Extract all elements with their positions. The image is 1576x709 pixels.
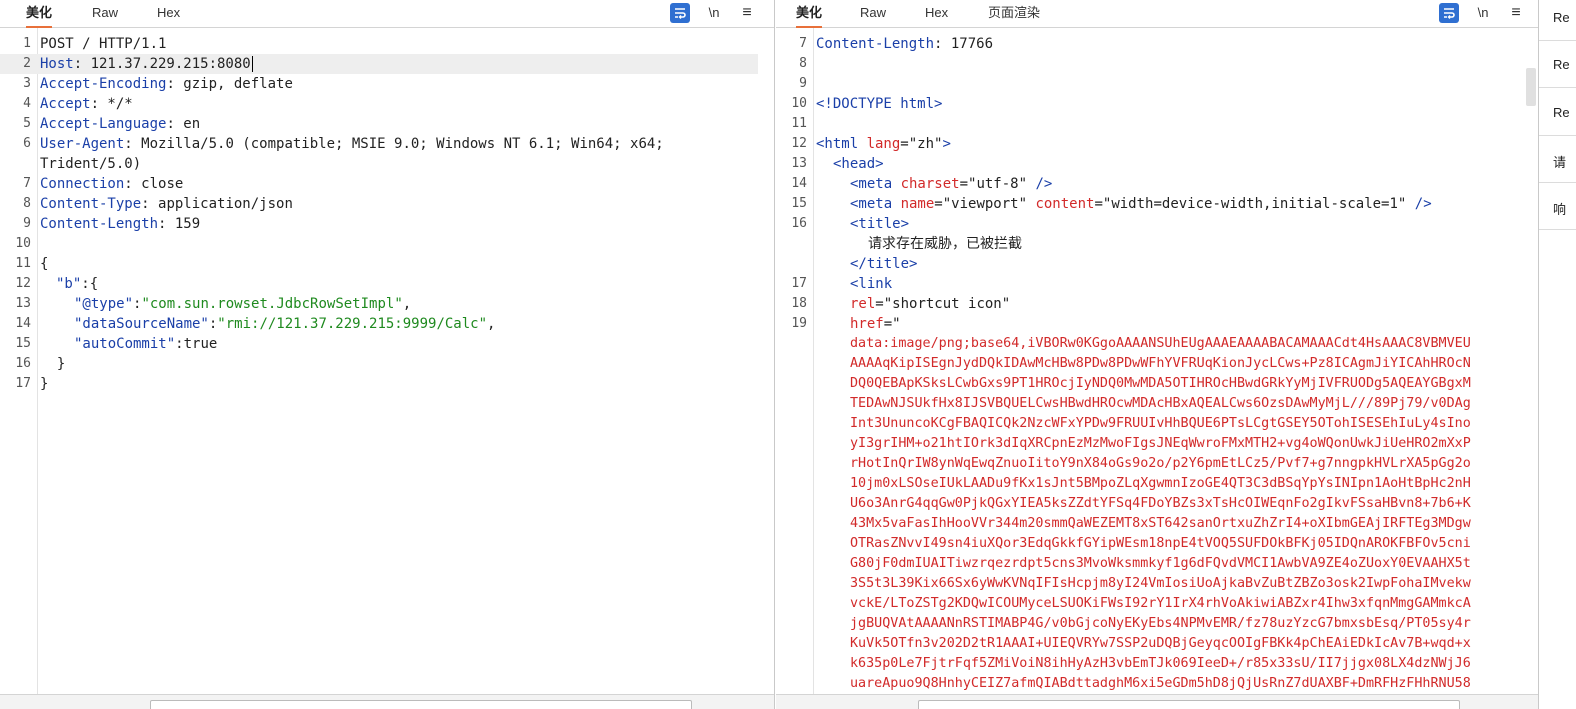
request-editor[interactable]: 1 POST / HTTP/1.1 2 Host: 121.37.229.215:8… — [0, 28, 774, 695]
request-tabbar: 美化 Raw Hex \n ≡ — [0, 0, 774, 28]
code-line: 18 rel="shortcut icon" — [791, 296, 1011, 312]
base64-line: vckE/LToZSTg2KDQwICOUMyceLSUOKiFWsI92rY1… — [850, 596, 1471, 611]
base64-data-block: data:image/png;base64,iVBORw0KGgoAAAANSU… — [776, 334, 1538, 694]
code-line-current: 2 Host: 121.37.229.215:8080 — [0, 54, 758, 74]
response-tab-pretty[interactable]: 美化 — [796, 0, 823, 28]
menu-icon[interactable]: ≡ — [1506, 3, 1526, 23]
code-line: 11{ — [15, 256, 49, 272]
request-tab-hex[interactable]: Hex — [157, 0, 180, 26]
newline-toggle-icon[interactable]: \n — [1473, 3, 1493, 23]
wrap-lines-icon[interactable] — [1439, 3, 1459, 23]
code-line: 14 <meta charset="utf-8" /> — [791, 176, 1053, 192]
side-item[interactable]: 请 — [1553, 152, 1576, 171]
code-line: 4 Accept: */* — [23, 96, 133, 112]
base64-line: rHotInQrIW8ynWqEwqZnuoIitoY9nX84oGs9o2o/… — [850, 456, 1471, 471]
base64-line: data:image/png;base64,iVBORw0KGgoAAAANSU… — [850, 336, 1471, 351]
code-line: 15 "autoCommit":true — [15, 336, 218, 352]
divider — [1539, 182, 1576, 183]
code-line: 7 Connection: close — [23, 176, 184, 192]
code-line: 3 Accept-Encoding: gzip, deflate — [23, 76, 293, 92]
wrap-lines-icon[interactable] — [670, 3, 690, 23]
base64-line: 3S5t3L39Kix66Sx6yWwKVNqIFIsHcpjm8yI24VmI… — [850, 576, 1471, 591]
response-bottombar — [776, 694, 1538, 709]
newline-toggle-icon[interactable]: \n — [704, 3, 724, 23]
code-line-wrapped: </title> — [850, 256, 918, 272]
base64-line: TEDAwNJSUkfHx8IJSVBQUELCwsHBwdHROcwMDAcH… — [850, 396, 1471, 411]
code-line: 7 Content-Length: 17766 — [799, 36, 994, 52]
response-tab-raw[interactable]: Raw — [860, 0, 886, 26]
code-line: 10 <!DOCTYPE html> — [791, 96, 943, 112]
code-line: 1 POST / HTTP/1.1 — [23, 36, 167, 52]
code-line: 12 "b":{ — [15, 276, 99, 292]
code-line: 8 Content-Type: application/json — [23, 196, 293, 212]
code-line-wrapped: 请求存在威胁，已被拦截 — [868, 236, 1022, 252]
code-line: 6 User-Agent: Mozilla/5.0 (compatible; MS… — [23, 136, 664, 152]
request-bottombar — [0, 694, 774, 709]
base64-line: OTRasZNvvI49sn4iuXQor3EdqGkkfGYipWEsm18n… — [850, 536, 1471, 551]
inspector-side-panel: Re Re Re 请 响 — [1539, 0, 1576, 709]
side-item[interactable]: Re — [1553, 57, 1576, 72]
code-line: 16 <title> — [791, 216, 910, 232]
response-search-field[interactable] — [918, 700, 1460, 709]
base64-line: G80jF0dmIUAITiwzrqezrdpt5cns3MvoWksmmkyf… — [850, 556, 1471, 571]
code-line: 16 } — [15, 356, 66, 372]
code-line: 13 <head> — [791, 156, 884, 172]
code-line: 17} — [15, 376, 49, 392]
divider — [1539, 229, 1576, 230]
code-line: 15 <meta name="viewport" content="width=d… — [791, 196, 1432, 212]
base64-line: DQ0QEBApKSksLCwbGxs9PT1HROcjIyNDQ0MwMDA5… — [850, 376, 1471, 391]
base64-line: 43Mx5vaFasIhHooVVr344m20smmQaWEZEMT8xST6… — [850, 516, 1471, 531]
side-item[interactable]: Re — [1553, 10, 1576, 25]
response-tabbar: 美化 Raw Hex 页面渲染 \n ≡ — [776, 0, 1538, 28]
divider — [1539, 87, 1576, 88]
response-tab-hex[interactable]: Hex — [925, 0, 948, 26]
base64-line: Int3UnuncoKCgFBAQICQk2NzcWFxYPDw9FRUUIvH… — [850, 416, 1471, 431]
base64-line: k635p0Le7FjtrFqf5ZMiVoiN8ihHyAzH3vbEmTJk… — [850, 656, 1471, 671]
response-pane: 美化 Raw Hex 页面渲染 \n ≡ 7 Content-Length: 17… — [776, 0, 1539, 709]
base64-line: jgBUQVAtAAAANnRSTIMABP4G/v0bGjcoNyEKyEbs… — [850, 616, 1471, 631]
base64-line: uareApuo9Q8HnhyCEIZ7afmQIABdttadghM6xi5e… — [850, 676, 1471, 691]
side-item[interactable]: 响 — [1553, 199, 1576, 218]
code-line: 17 <link — [791, 276, 893, 292]
code-line: 11 — [791, 116, 807, 131]
base64-line: U6o3AnrG4qqGw0PjkQGxYIEA5ksZZdtYFSq4FDoY… — [850, 496, 1471, 511]
base64-line: 10jm0xLSOseIUkLAADu9fKx1sJnt5BMpoZLqXgwm… — [850, 476, 1471, 491]
response-editor[interactable]: 7 Content-Length: 17766 8 9 10 <!DOCTYPE h… — [776, 28, 1538, 695]
code-line: 9 — [799, 76, 807, 91]
code-line: 19 href=" — [791, 316, 901, 332]
code-line: 14 "dataSourceName":"rmi://121.37.229.215… — [15, 316, 496, 332]
code-line-wrapped: Trident/5.0) — [40, 156, 142, 172]
code-line: 5 Accept-Language: en — [23, 116, 201, 132]
code-line: 9 Content-Length: 159 — [23, 216, 201, 232]
menu-icon[interactable]: ≡ — [737, 3, 757, 23]
divider — [1539, 135, 1576, 136]
code-line: 10 — [15, 236, 31, 251]
request-search-field[interactable] — [150, 700, 692, 709]
base64-line: yI3grIHM+o21htIOrk3dIqXRCpnEzMzMwoFIgsJN… — [850, 436, 1471, 451]
base64-line: KuVk5OTfn3v202D2tR1AAAI+UIEQVRYw7SSP2uDQ… — [850, 636, 1471, 651]
code-line: 13 "@type":"com.sun.rowset.JdbcRowSetImpl… — [15, 296, 412, 312]
code-line: 8 — [799, 56, 807, 71]
response-tab-render[interactable]: 页面渲染 — [988, 0, 1040, 26]
base64-line: AAAAqKipISEgnJydDQkIDAwMcHBw8PDw8PDwWFhY… — [850, 356, 1471, 371]
request-tab-pretty[interactable]: 美化 — [26, 0, 53, 28]
divider — [1539, 40, 1576, 41]
code-line: 12 <html lang="zh"> — [791, 136, 951, 152]
side-item[interactable]: Re — [1553, 105, 1576, 120]
request-pane: 美化 Raw Hex \n ≡ 1 POST / HTTP/1.1 2 Host: … — [0, 0, 775, 709]
request-tab-raw[interactable]: Raw — [92, 0, 118, 26]
